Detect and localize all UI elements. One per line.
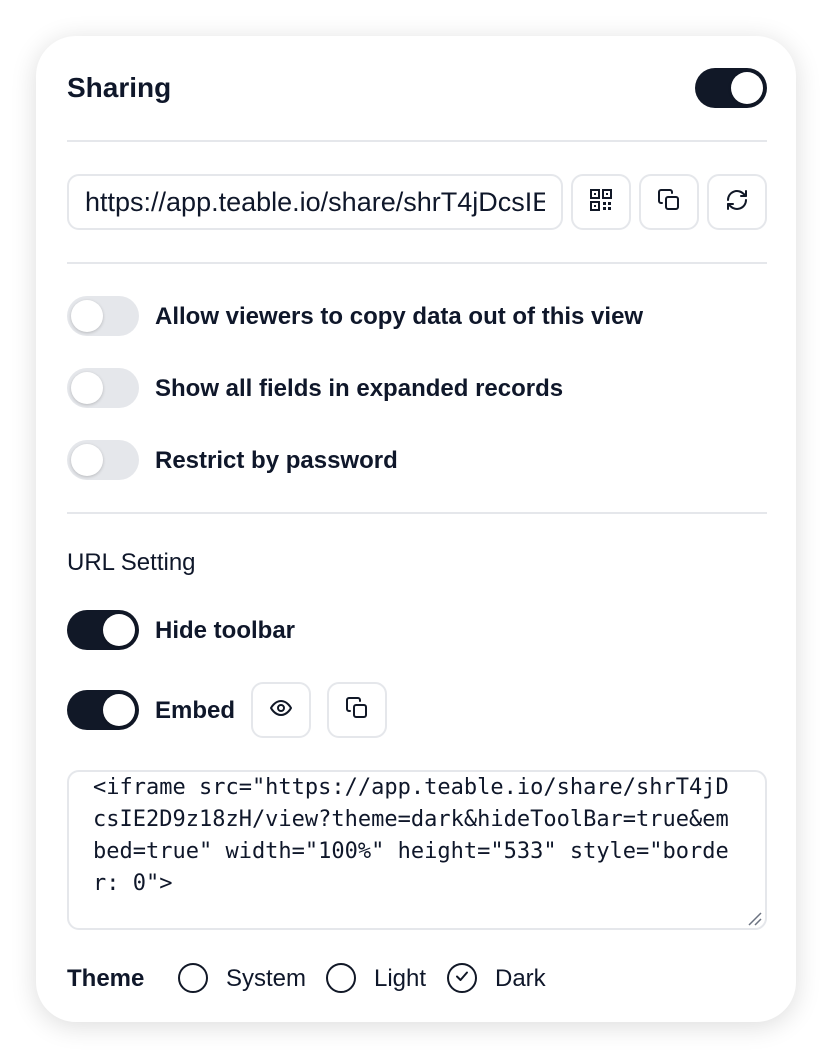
toggle-knob bbox=[103, 614, 135, 646]
divider bbox=[67, 140, 767, 142]
copy-icon bbox=[345, 696, 369, 725]
sharing-toggle[interactable] bbox=[695, 68, 767, 108]
toggle-knob bbox=[71, 300, 103, 332]
resize-handle-icon[interactable] bbox=[746, 910, 762, 931]
toggle-knob bbox=[103, 694, 135, 726]
copy-embed-button[interactable] bbox=[327, 682, 387, 738]
panel-title: Sharing bbox=[67, 72, 172, 103]
theme-option-system-label: System bbox=[226, 965, 307, 992]
sharing-panel: Sharing https://app.teable.io/share/shrT… bbox=[36, 36, 796, 1022]
url-setting-title: URL Setting bbox=[67, 549, 196, 576]
theme-option-dark-label: Dark bbox=[495, 965, 546, 992]
copy-icon bbox=[657, 188, 681, 217]
regenerate-link-button[interactable] bbox=[707, 174, 767, 230]
hide-toolbar-label: Hide toolbar bbox=[155, 617, 296, 644]
divider bbox=[67, 512, 767, 514]
copy-data-toggle[interactable] bbox=[67, 296, 139, 336]
refresh-icon bbox=[725, 188, 749, 217]
embed-code-textarea[interactable]: <iframe src="https://app.teable.io/share… bbox=[67, 770, 767, 930]
share-url-input[interactable] bbox=[67, 174, 563, 230]
embed-code-text: <iframe src="https://app.teable.io/share… bbox=[93, 775, 729, 896]
copy-data-label: Allow viewers to copy data out of this v… bbox=[155, 303, 644, 330]
qr-code-button[interactable] bbox=[571, 174, 631, 230]
preview-embed-button[interactable] bbox=[251, 682, 311, 738]
toggle-knob bbox=[71, 372, 103, 404]
password-toggle[interactable] bbox=[67, 440, 139, 480]
theme-label: Theme bbox=[67, 965, 145, 992]
qr-code-icon bbox=[590, 188, 612, 216]
theme-radio-light[interactable] bbox=[326, 963, 356, 993]
theme-option-light-label: Light bbox=[374, 965, 427, 992]
toggle-knob bbox=[731, 72, 763, 104]
embed-toggle[interactable] bbox=[67, 690, 139, 730]
theme-radio-dark[interactable] bbox=[447, 963, 477, 993]
divider bbox=[67, 262, 767, 264]
show-fields-toggle[interactable] bbox=[67, 368, 139, 408]
show-fields-label: Show all fields in expanded records bbox=[155, 375, 564, 402]
theme-radio-system[interactable] bbox=[178, 963, 208, 993]
copy-link-button[interactable] bbox=[639, 174, 699, 230]
hide-toolbar-toggle[interactable] bbox=[67, 610, 139, 650]
toggle-knob bbox=[71, 444, 103, 476]
embed-label: Embed bbox=[155, 697, 236, 724]
check-icon bbox=[454, 968, 470, 989]
password-label: Restrict by password bbox=[155, 447, 398, 474]
eye-icon bbox=[269, 696, 293, 725]
